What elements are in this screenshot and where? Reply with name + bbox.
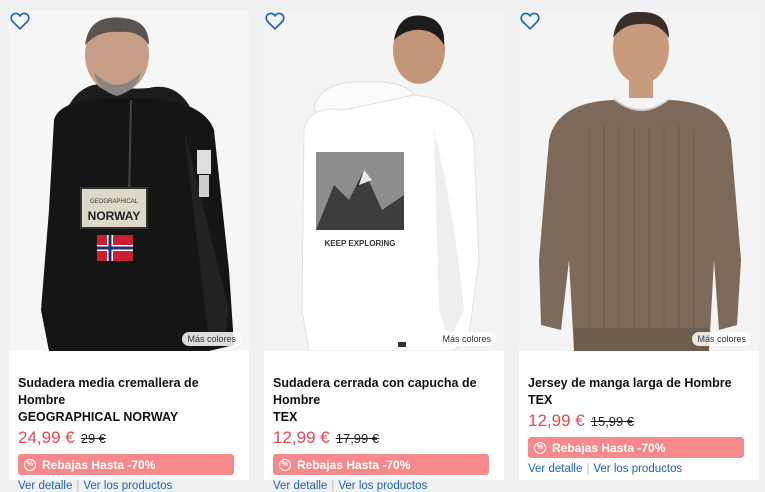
product-title[interactable]: Sudadera media cremallera de Hombre GEOG…	[18, 375, 242, 426]
product-old-price: 17,99 €	[335, 431, 380, 446]
product-title-line2: GEOGRAPHICAL NORWAY	[18, 410, 179, 424]
promo-text: Rebajas Hasta -70%	[42, 457, 156, 472]
product-image[interactable]: KEEP EXPLORING Más colores	[264, 10, 504, 351]
product-title-line1: Sudadera media cremallera de Hombre	[18, 376, 199, 407]
product-card[interactable]: GEOGRAPHICAL NORWAY Más colores Sudadera…	[9, 10, 249, 492]
product-photo-black-hoodie: GEOGRAPHICAL NORWAY	[9, 10, 249, 351]
view-products-link[interactable]: Ver los productos	[593, 463, 682, 475]
view-products-link[interactable]: Ver los productos	[83, 480, 172, 492]
product-title-line1: Sudadera cerrada con capucha de Hombre	[273, 376, 477, 407]
product-old-price: 15,99 €	[590, 414, 635, 429]
print-text: KEEP EXPLORING	[325, 239, 396, 248]
product-price: 24,99 €	[18, 428, 75, 447]
print-small-text: GEOGRAPHICAL	[90, 199, 139, 205]
product-image[interactable]: GEOGRAPHICAL NORWAY Más colores	[9, 10, 249, 351]
link-separator: |	[586, 463, 590, 475]
product-card[interactable]: KEEP EXPLORING Más colores Sudadera cerr…	[264, 10, 504, 492]
product-old-price: 29 €	[80, 431, 107, 446]
more-colors-badge[interactable]: Más colores	[182, 332, 241, 346]
view-detail-link[interactable]: Ver detalle	[528, 463, 582, 475]
link-separator: |	[76, 480, 80, 492]
percent-badge-icon: %	[24, 458, 36, 471]
more-colors-badge[interactable]: Más colores	[437, 332, 496, 346]
promo-text: Rebajas Hasta -70%	[297, 457, 411, 472]
product-image[interactable]: Más colores	[519, 10, 759, 351]
heart-outline-icon[interactable]	[519, 10, 541, 32]
link-separator: |	[331, 480, 335, 492]
promo-badge: % Rebajas Hasta -70%	[18, 454, 234, 475]
view-detail-link[interactable]: Ver detalle	[18, 480, 72, 492]
product-title-line1: Jersey de manga larga de Hombre TEX	[528, 376, 732, 407]
product-price: 12,99 €	[528, 411, 585, 430]
percent-badge-icon: %	[279, 458, 291, 471]
heart-outline-icon[interactable]	[264, 10, 286, 32]
view-products-link[interactable]: Ver los productos	[338, 480, 427, 492]
more-colors-badge[interactable]: Más colores	[692, 332, 751, 346]
product-price: 12,99 €	[273, 428, 330, 447]
promo-text: Rebajas Hasta -70%	[552, 440, 666, 455]
product-title[interactable]: Jersey de manga larga de Hombre TEX	[528, 375, 752, 409]
view-detail-link[interactable]: Ver detalle	[273, 480, 327, 492]
print-text: NORWAY	[88, 209, 141, 223]
percent-badge-icon: %	[534, 441, 546, 454]
product-title-line2: TEX	[273, 410, 298, 424]
product-photo-brown-sweater	[519, 10, 759, 351]
product-card[interactable]: Más colores Jersey de manga larga de Hom…	[519, 10, 759, 480]
promo-badge: % Rebajas Hasta -70%	[273, 454, 489, 475]
promo-badge: % Rebajas Hasta -70%	[528, 437, 744, 458]
product-photo-white-hoodie: KEEP EXPLORING	[264, 10, 504, 351]
product-title[interactable]: Sudadera cerrada con capucha de Hombre T…	[273, 375, 497, 426]
heart-outline-icon[interactable]	[9, 10, 31, 32]
